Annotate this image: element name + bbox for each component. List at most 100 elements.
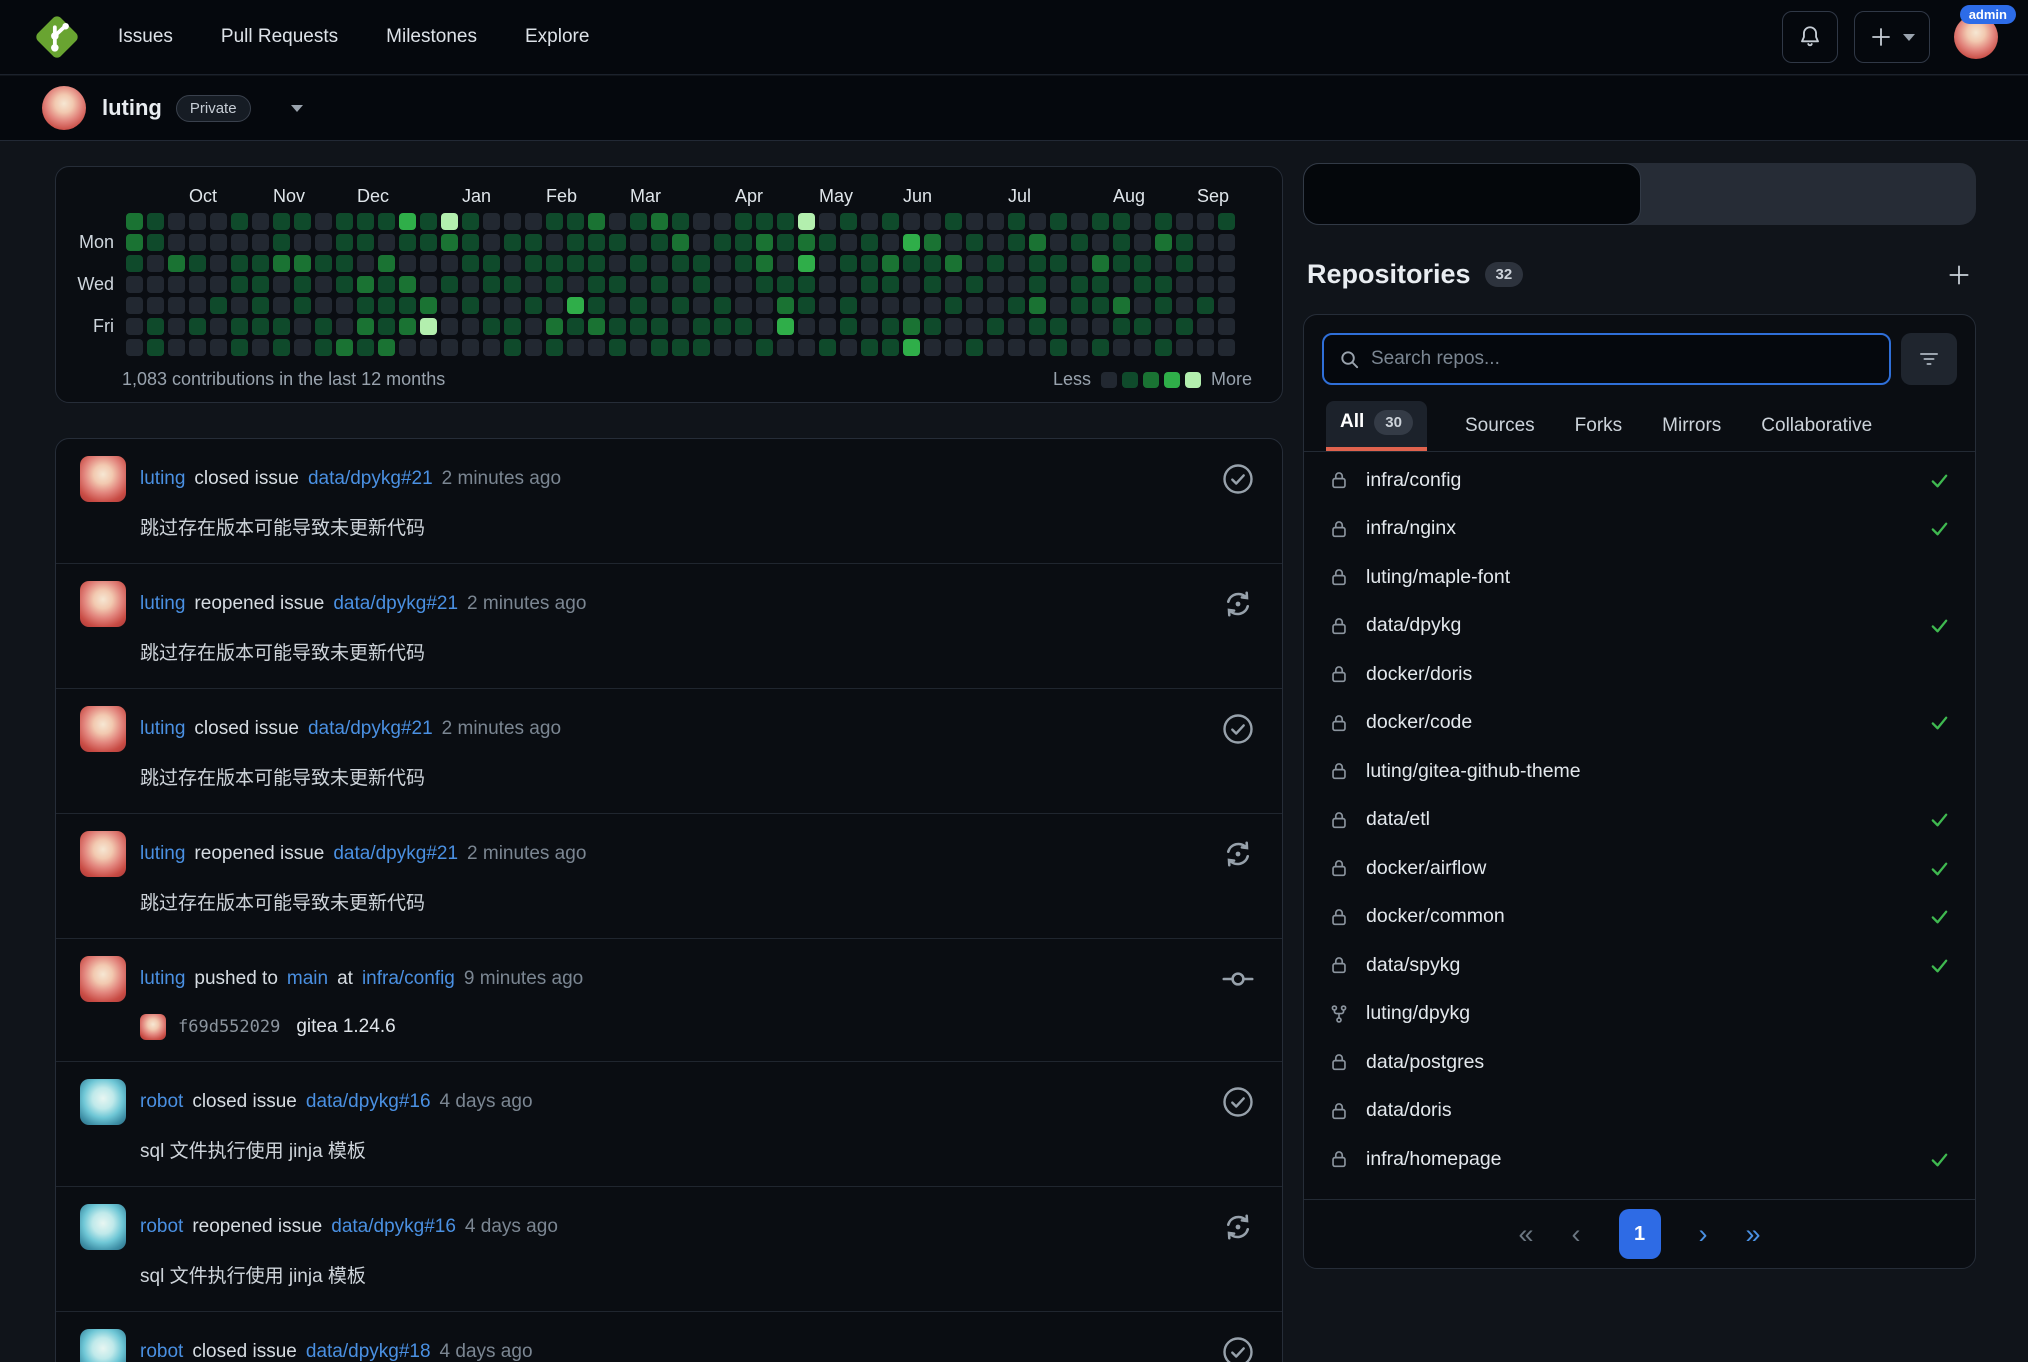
heatmap-cell[interactable]	[336, 297, 353, 314]
heatmap-cell[interactable]	[966, 213, 983, 230]
heatmap-cell[interactable]	[1050, 339, 1067, 356]
repo-row[interactable]: data/etl	[1304, 796, 1975, 845]
heatmap-cell[interactable]	[945, 339, 962, 356]
heatmap-cell[interactable]	[693, 213, 710, 230]
nav-link-issues[interactable]: Issues	[118, 26, 173, 48]
feed-target-link[interactable]: data/dpykg#16	[331, 1216, 456, 1238]
heatmap-cell[interactable]	[252, 318, 269, 335]
heatmap-cell[interactable]	[546, 255, 563, 272]
feed-avatar[interactable]	[80, 1079, 126, 1125]
heatmap-cell[interactable]	[1029, 297, 1046, 314]
heatmap-cell[interactable]	[966, 255, 983, 272]
pagination-next-button[interactable]: ›	[1699, 1219, 1708, 1250]
context-username[interactable]: luting	[102, 95, 162, 121]
heatmap-cell[interactable]	[399, 297, 416, 314]
heatmap-cell[interactable]	[567, 234, 584, 251]
feed-branch-link[interactable]: main	[287, 968, 328, 990]
user-menu[interactable]: admin	[1954, 5, 2016, 59]
heatmap-cell[interactable]	[609, 234, 626, 251]
repo-name-link[interactable]: infra/homepage	[1366, 1148, 1502, 1171]
repo-name-link[interactable]: luting/gitea-github-theme	[1366, 760, 1581, 783]
heatmap-cell[interactable]	[231, 255, 248, 272]
repo-name-link[interactable]: data/dpykg	[1366, 614, 1461, 637]
heatmap-cell[interactable]	[504, 297, 521, 314]
feed-avatar[interactable]	[80, 831, 126, 877]
heatmap-cell[interactable]	[1092, 339, 1109, 356]
heatmap-cell[interactable]	[735, 339, 752, 356]
feed-user-link[interactable]: luting	[140, 593, 185, 615]
heatmap-cell[interactable]	[1134, 255, 1151, 272]
heatmap-cell[interactable]	[840, 234, 857, 251]
heatmap-cell[interactable]	[693, 234, 710, 251]
heatmap-cell[interactable]	[630, 318, 647, 335]
heatmap-cell[interactable]	[504, 213, 521, 230]
heatmap-cell[interactable]	[483, 318, 500, 335]
heatmap-cell[interactable]	[462, 297, 479, 314]
heatmap-cell[interactable]	[672, 255, 689, 272]
heatmap-cell[interactable]	[588, 234, 605, 251]
heatmap-cell[interactable]	[1008, 276, 1025, 293]
heatmap-cell[interactable]	[651, 276, 668, 293]
heatmap-cell[interactable]	[462, 255, 479, 272]
heatmap-cell[interactable]	[882, 339, 899, 356]
heatmap-cell[interactable]	[987, 297, 1004, 314]
heatmap-cell[interactable]	[693, 276, 710, 293]
heatmap-cell[interactable]	[252, 213, 269, 230]
heatmap-cell[interactable]	[609, 318, 626, 335]
heatmap-cell[interactable]	[462, 276, 479, 293]
heatmap-cell[interactable]	[966, 234, 983, 251]
repo-name-link[interactable]: data/doris	[1366, 1099, 1452, 1122]
heatmap-cell[interactable]	[273, 339, 290, 356]
heatmap-cell[interactable]	[651, 255, 668, 272]
heatmap-cell[interactable]	[1134, 339, 1151, 356]
heatmap-cell[interactable]	[420, 234, 437, 251]
heatmap-cell[interactable]	[273, 297, 290, 314]
heatmap-cell[interactable]	[1008, 339, 1025, 356]
repo-name-link[interactable]: docker/code	[1366, 711, 1472, 734]
heatmap-cell[interactable]	[630, 276, 647, 293]
feed-avatar[interactable]	[80, 956, 126, 1002]
heatmap-cell[interactable]	[1071, 234, 1088, 251]
heatmap-cell[interactable]	[861, 234, 878, 251]
heatmap-cell[interactable]	[672, 318, 689, 335]
heatmap-cell[interactable]	[1029, 234, 1046, 251]
heatmap-cell[interactable]	[210, 234, 227, 251]
heatmap-cell[interactable]	[987, 276, 1004, 293]
repo-row[interactable]: docker/code	[1304, 699, 1975, 748]
heatmap-cell[interactable]	[420, 339, 437, 356]
heatmap-cell[interactable]	[231, 213, 248, 230]
heatmap-cell[interactable]	[231, 318, 248, 335]
heatmap-cell[interactable]	[294, 213, 311, 230]
heatmap-cell[interactable]	[735, 255, 752, 272]
heatmap-cell[interactable]	[924, 297, 941, 314]
heatmap-cell[interactable]	[336, 213, 353, 230]
heatmap-cell[interactable]	[798, 318, 815, 335]
pagination-last-button[interactable]: »	[1746, 1219, 1761, 1250]
heatmap-cell[interactable]	[357, 318, 374, 335]
heatmap-cell[interactable]	[567, 339, 584, 356]
heatmap-cell[interactable]	[126, 339, 143, 356]
heatmap-cell[interactable]	[168, 255, 185, 272]
heatmap-cell[interactable]	[903, 297, 920, 314]
heatmap-cell[interactable]	[714, 255, 731, 272]
heatmap-cell[interactable]	[147, 339, 164, 356]
feed-target-link[interactable]: infra/config	[362, 968, 455, 990]
heatmap-cell[interactable]	[336, 234, 353, 251]
repo-name-link[interactable]: infra/nginx	[1366, 517, 1456, 540]
heatmap-cell[interactable]	[588, 339, 605, 356]
repo-name-link[interactable]: data/etl	[1366, 808, 1430, 831]
repo-row[interactable]: infra/config	[1304, 456, 1975, 505]
heatmap-cell[interactable]	[609, 213, 626, 230]
feed-target-link[interactable]: data/dpykg#18	[306, 1341, 431, 1362]
heatmap-cell[interactable]	[462, 234, 479, 251]
heatmap-cell[interactable]	[567, 213, 584, 230]
heatmap-cell[interactable]	[168, 339, 185, 356]
new-repository-button[interactable]	[1946, 262, 1972, 288]
heatmap-cell[interactable]	[966, 339, 983, 356]
heatmap-cell[interactable]	[273, 318, 290, 335]
heatmap-cell[interactable]	[126, 276, 143, 293]
heatmap-cell[interactable]	[168, 213, 185, 230]
heatmap-cell[interactable]	[1008, 213, 1025, 230]
feed-user-link[interactable]: luting	[140, 468, 185, 490]
heatmap-cell[interactable]	[168, 234, 185, 251]
